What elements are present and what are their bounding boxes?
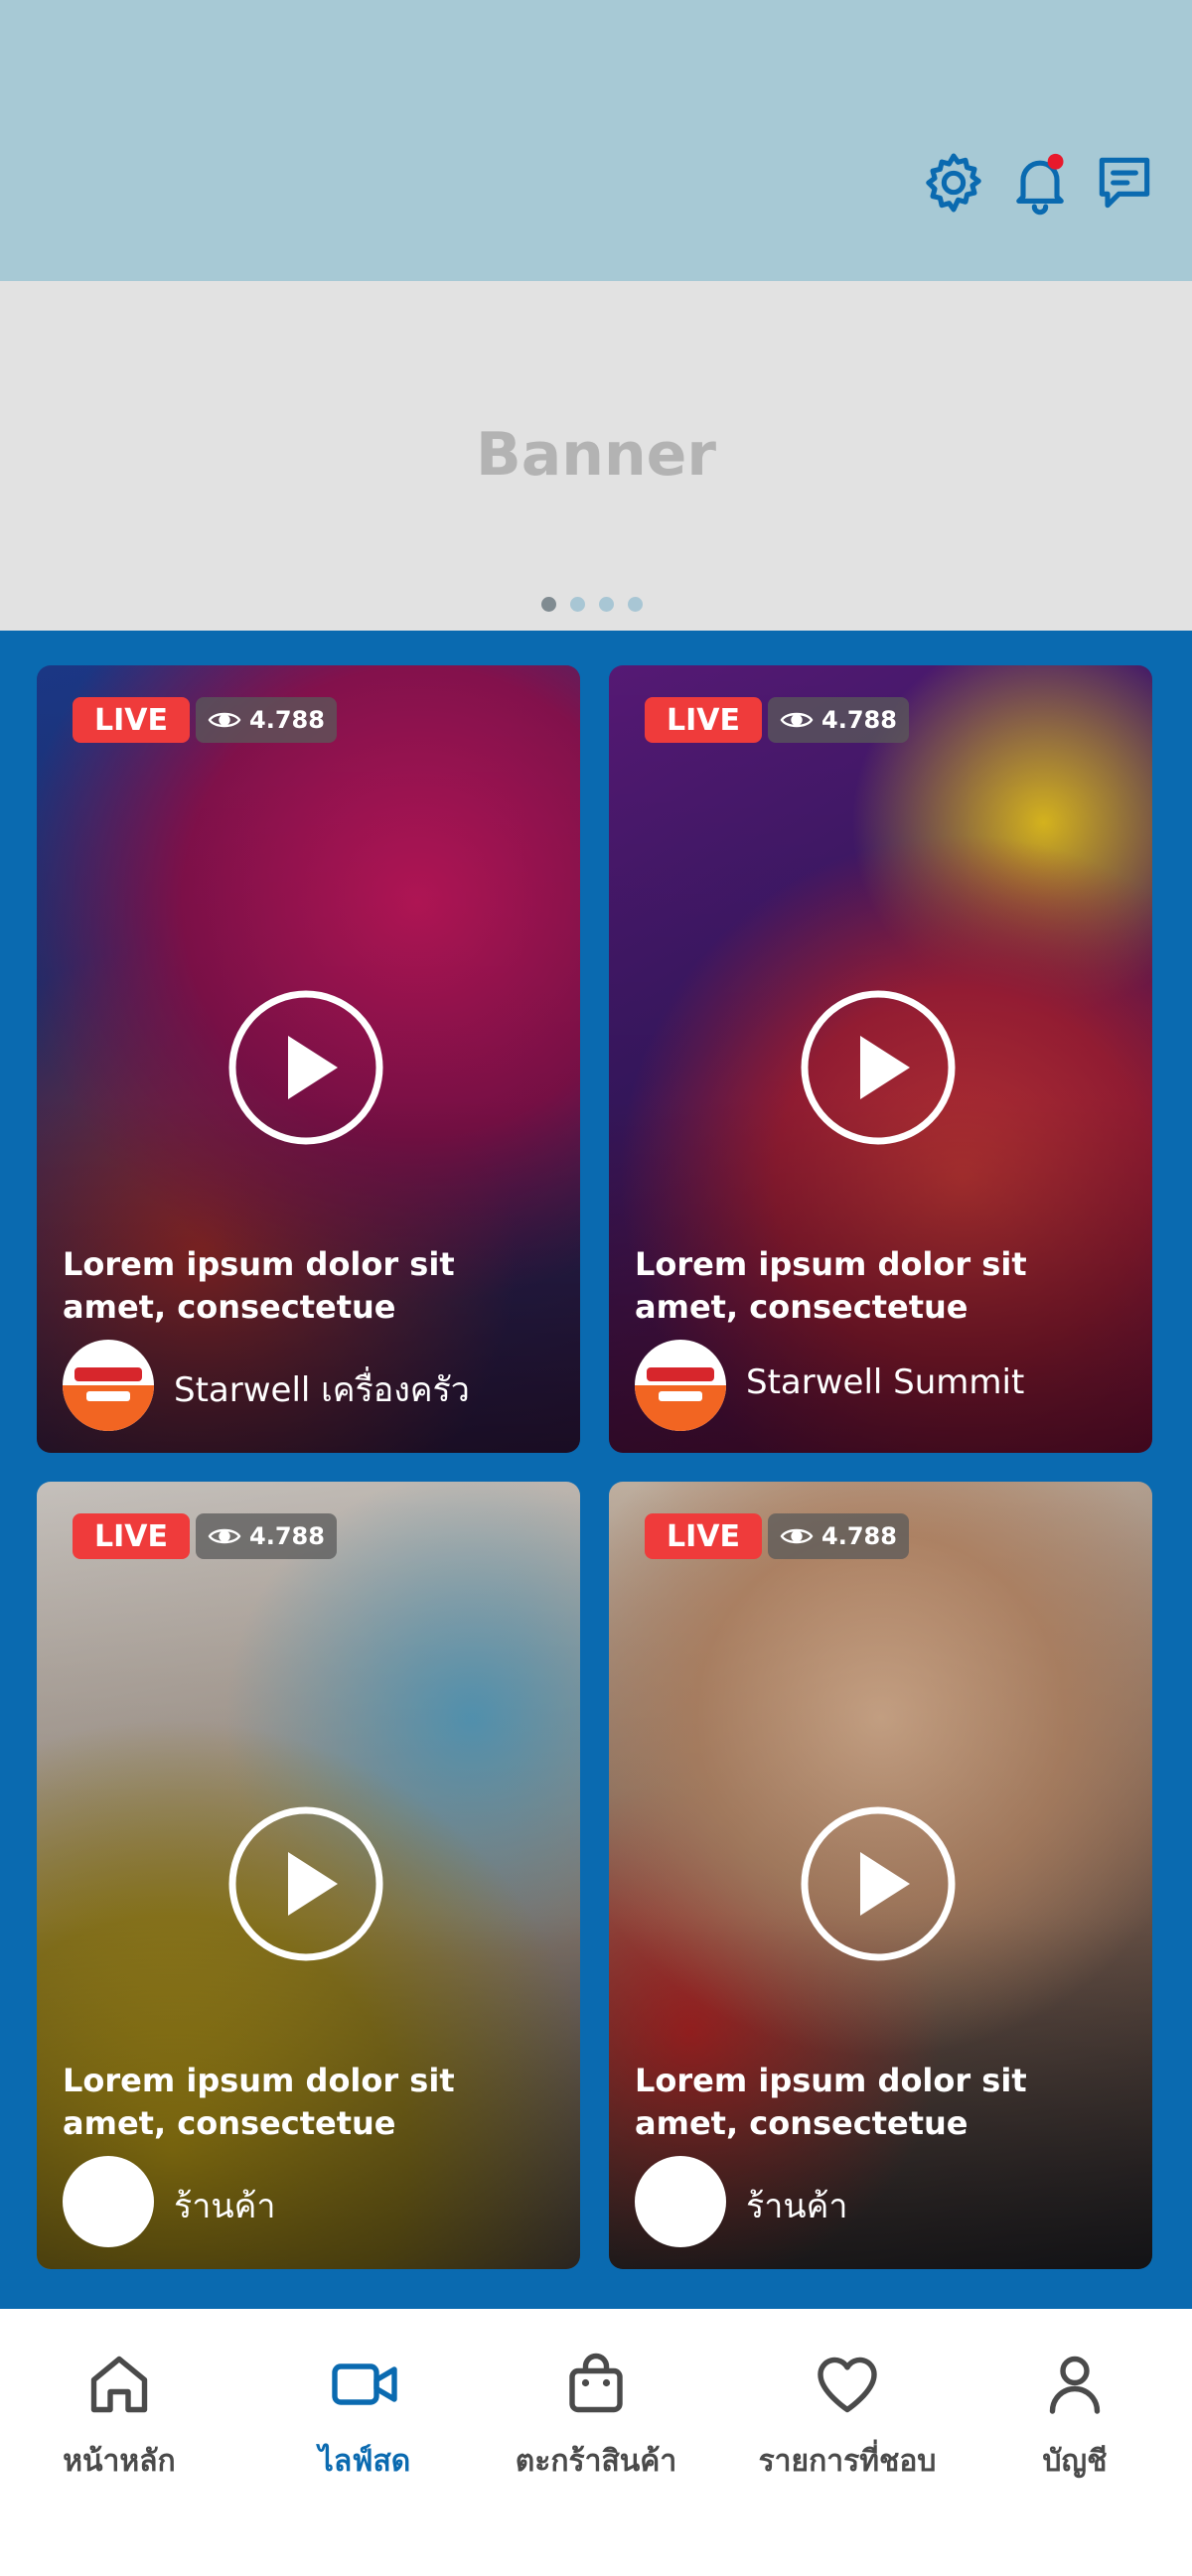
video-icon bbox=[332, 2363, 397, 2405]
eye-icon bbox=[208, 712, 241, 728]
nav-label: รายการที่ชอบ bbox=[758, 2444, 937, 2479]
banner-pagination bbox=[541, 597, 643, 612]
live-badge: LIVE bbox=[73, 1513, 190, 1559]
banner-dot[interactable] bbox=[541, 597, 556, 612]
shop-name[interactable]: Starwell เครื่องครัว bbox=[174, 1362, 470, 1416]
nav-item-cart[interactable]: ตะกร้าสินค้า bbox=[477, 2349, 715, 2498]
shop-avatar[interactable] bbox=[635, 2156, 726, 2247]
play-icon[interactable] bbox=[226, 988, 385, 1147]
user-icon bbox=[1049, 2356, 1101, 2414]
live-title: Lorem ipsum dolor sit amet, consectetue bbox=[63, 2062, 455, 2142]
eye-icon bbox=[780, 712, 814, 728]
live-card[interactable]: LIVE 4.788 Lorem ipsum dolor sit amet, c… bbox=[609, 665, 1152, 1453]
shop-name[interactable]: Starwell Summit bbox=[746, 1362, 1024, 1402]
eye-icon bbox=[780, 1528, 814, 1544]
shopping-bag-icon bbox=[569, 2353, 623, 2413]
shop-name[interactable]: ร้านค้า bbox=[746, 2179, 847, 2232]
nav-label: ตะกร้าสินค้า bbox=[515, 2444, 677, 2479]
live-title: Lorem ipsum dolor sit amet, consectetue bbox=[635, 1245, 1027, 1326]
eye-icon bbox=[208, 1528, 241, 1544]
banner-dot[interactable] bbox=[570, 597, 585, 612]
nav-label: บัญชี bbox=[1042, 2444, 1108, 2479]
live-badge: LIVE bbox=[645, 697, 762, 743]
banner-dot[interactable] bbox=[599, 597, 614, 612]
view-count: 4.788 bbox=[821, 706, 897, 734]
nav-item-home[interactable]: หน้าหลัก bbox=[0, 2349, 238, 2498]
view-count-badge: 4.788 bbox=[768, 1513, 909, 1559]
live-title: Lorem ipsum dolor sit amet, consectetue bbox=[63, 1245, 455, 1326]
view-count-badge: 4.788 bbox=[768, 697, 909, 743]
nav-label: ไลฟ์สด bbox=[318, 2444, 411, 2479]
nav-item-account[interactable]: บัญชี bbox=[956, 2349, 1192, 2498]
live-badge: LIVE bbox=[73, 697, 190, 743]
view-count: 4.788 bbox=[821, 1522, 897, 1550]
play-icon[interactable] bbox=[799, 988, 958, 1147]
nav-label: หน้าหลัก bbox=[63, 2444, 176, 2479]
chat-icon[interactable] bbox=[1091, 149, 1158, 216]
nav-item-favorites[interactable]: รายการที่ชอบ bbox=[728, 2349, 967, 2498]
bell-icon[interactable] bbox=[1006, 149, 1074, 216]
gear-icon[interactable] bbox=[920, 149, 987, 216]
banner-dot[interactable] bbox=[628, 597, 643, 612]
view-count-badge: 4.788 bbox=[196, 697, 337, 743]
play-icon[interactable] bbox=[226, 1804, 385, 1963]
live-card[interactable]: LIVE 4.788 Lorem ipsum dolor sit amet, c… bbox=[609, 1482, 1152, 2269]
view-count: 4.788 bbox=[249, 1522, 325, 1550]
live-card[interactable]: LIVE 4.788 Lorem ipsum dolor sit amet, c… bbox=[37, 1482, 580, 2269]
top-header bbox=[0, 0, 1192, 281]
home-icon bbox=[90, 2356, 148, 2413]
live-title: Lorem ipsum dolor sit amet, consectetue bbox=[635, 2062, 1027, 2142]
live-card[interactable]: LIVE 4.788 Lorem ipsum dolor sit amet, c… bbox=[37, 665, 580, 1453]
bottom-navigation: หน้าหลัก ไลฟ์สด ตะกร้าสินค้า รายการที่ชอ… bbox=[0, 2309, 1192, 2576]
banner-label: Banner bbox=[476, 420, 716, 490]
promo-banner[interactable]: Banner bbox=[0, 281, 1192, 631]
shop-avatar[interactable] bbox=[63, 2156, 154, 2247]
shop-avatar[interactable] bbox=[635, 1340, 726, 1431]
shop-avatar[interactable] bbox=[63, 1340, 154, 1431]
view-count: 4.788 bbox=[249, 706, 325, 734]
heart-icon bbox=[818, 2357, 877, 2413]
live-stream-grid: LIVE 4.788 Lorem ipsum dolor sit amet, c… bbox=[0, 631, 1192, 2309]
starwell-logo-icon bbox=[635, 1367, 726, 1431]
shop-name[interactable]: ร้านค้า bbox=[174, 2179, 275, 2232]
starwell-logo-icon bbox=[63, 1367, 154, 1431]
play-icon[interactable] bbox=[799, 1804, 958, 1963]
live-badge: LIVE bbox=[645, 1513, 762, 1559]
view-count-badge: 4.788 bbox=[196, 1513, 337, 1559]
nav-item-live[interactable]: ไลฟ์สด bbox=[245, 2349, 484, 2498]
